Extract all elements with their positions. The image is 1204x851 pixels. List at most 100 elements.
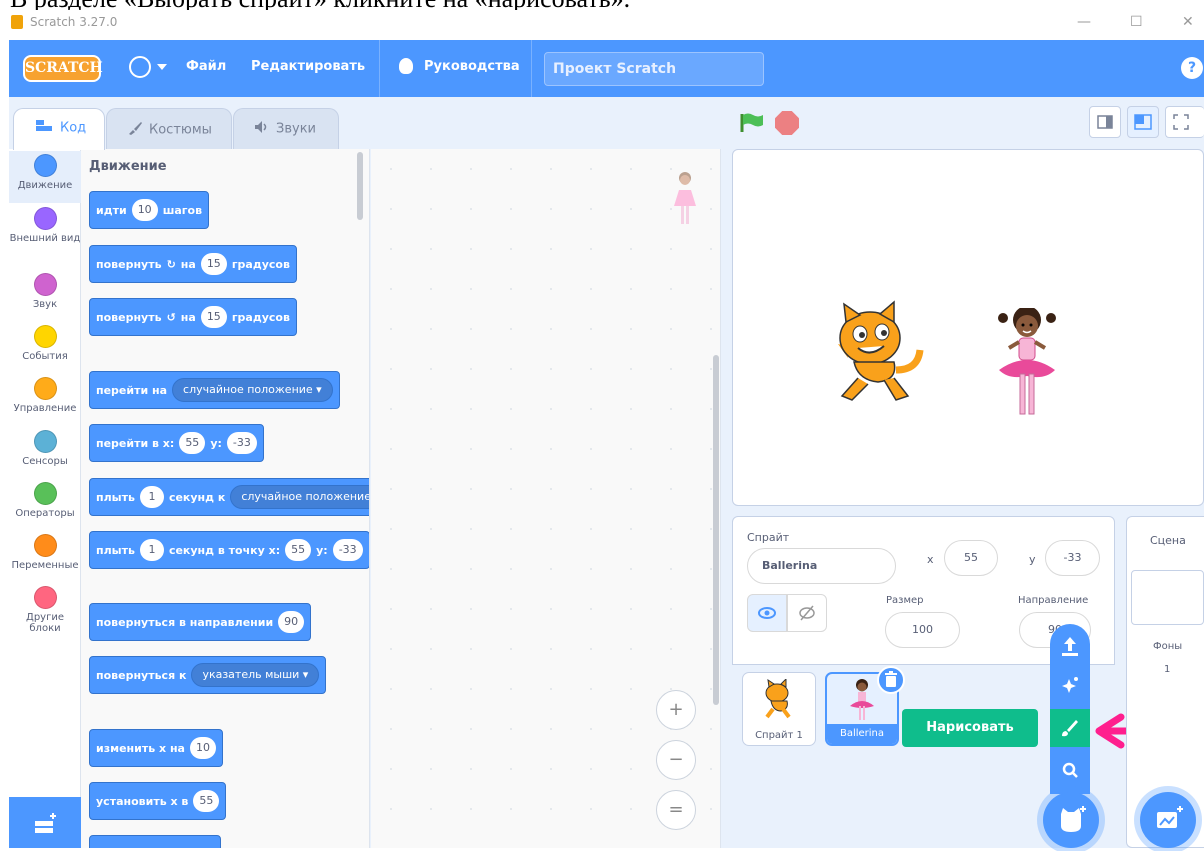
block-point-towards[interactable]: повернуться к указатель мыши ▾	[89, 656, 327, 694]
paint-sprite-button[interactable]	[1050, 709, 1090, 747]
tab-costumes[interactable]: Костюмы	[106, 108, 232, 150]
block-set-x[interactable]: установить х в 55	[89, 782, 227, 820]
choose-sprite-button[interactable]	[1043, 792, 1099, 848]
block-input[interactable]: -33	[332, 539, 363, 561]
category-variables[interactable]: Переменные	[9, 534, 81, 574]
menu-tutorials[interactable]: Руководства	[424, 59, 520, 74]
category-dot	[33, 325, 57, 348]
category-control[interactable]: Управление	[9, 377, 81, 417]
tab-sounds[interactable]: Звуки	[233, 108, 339, 150]
tab-code-label: Код	[60, 120, 87, 136]
cat-thumbnail-icon	[765, 677, 791, 719]
block-input[interactable]: 55	[285, 539, 312, 561]
category-dot	[33, 534, 57, 557]
x-input[interactable]: 55	[944, 540, 998, 576]
block-move-steps[interactable]: идти 10 шагов	[89, 191, 210, 229]
category-sensing[interactable]: Сенсоры	[9, 430, 81, 470]
sprite-thumb-cat[interactable]: Спрайт 1	[742, 672, 816, 746]
workspace-scrollbar[interactable]	[713, 355, 719, 705]
block-input[interactable]: 15	[200, 306, 227, 328]
block-partial[interactable]	[89, 835, 221, 848]
block-goto-xy[interactable]: перейти в x: 55 y: -33	[89, 424, 264, 462]
block-input[interactable]: 1	[139, 539, 164, 561]
block-turn-left[interactable]: повернуть ↺ на 15 градусов	[89, 298, 297, 336]
block-input[interactable]: 55	[179, 432, 206, 454]
block-input[interactable]: -33	[226, 432, 257, 454]
block-dropdown[interactable]: случайное положение	[230, 485, 369, 509]
block-dropdown[interactable]: случайное положение ▾	[172, 378, 333, 402]
block-text: повернуться в направлении	[96, 615, 274, 629]
zoom-out-button[interactable]: −	[656, 740, 696, 780]
block-turn-right[interactable]: повернуть ↻ на 15 градусов	[89, 245, 297, 283]
upload-sprite-button[interactable]	[1050, 627, 1090, 665]
block-goto[interactable]: перейти на случайное положение ▾	[89, 371, 340, 409]
block-input[interactable]: 10	[189, 737, 216, 759]
category-sound[interactable]: Звук	[9, 273, 81, 313]
help-icon[interactable]: ?	[1181, 57, 1203, 79]
maximize-button[interactable]: ☐	[1130, 14, 1143, 30]
tab-code[interactable]: Код	[13, 108, 105, 150]
category-my-blocks[interactable]: Другие блоки	[9, 586, 81, 638]
fullscreen-button[interactable]	[1165, 106, 1204, 138]
block-dropdown[interactable]: указатель мыши ▾	[191, 663, 320, 687]
search-sprite-button[interactable]	[1050, 751, 1090, 789]
project-title-input[interactable]: Проект Scratch	[544, 52, 764, 86]
block-text: на	[180, 310, 196, 324]
block-input[interactable]: 90	[278, 611, 305, 633]
block-text: y:	[316, 543, 328, 557]
sprite-name-input[interactable]: Ballerina	[747, 548, 896, 584]
sprite-label: Спрайт	[747, 531, 790, 544]
window-titlebar: Scratch 3.27.0 — ☐ ✕	[0, 10, 1204, 38]
y-input[interactable]: -33	[1045, 540, 1100, 576]
menu-file[interactable]: Файл	[186, 59, 226, 74]
rotate-left-icon: ↺	[166, 310, 176, 324]
close-button[interactable]: ✕	[1182, 14, 1194, 30]
normal-stage-button[interactable]	[1127, 106, 1159, 138]
cat-sprite[interactable]	[828, 300, 928, 410]
block-change-x[interactable]: изменить х на 10	[89, 729, 223, 767]
category-motion[interactable]: Движение	[9, 151, 81, 203]
block-input[interactable]: 55	[193, 790, 220, 812]
block-glide-xy[interactable]: плыть 1 секунд в точку x: 55 y: -33	[89, 531, 369, 569]
ballerina-watermark	[674, 172, 696, 224]
block-text: идти	[96, 203, 127, 217]
palette-scrollbar[interactable]	[357, 152, 363, 220]
show-sprite-button[interactable]	[747, 594, 787, 632]
delete-sprite-button[interactable]	[877, 666, 905, 694]
zoom-in-button[interactable]: +	[656, 690, 696, 730]
block-input[interactable]: 10	[131, 199, 158, 221]
choose-backdrop-button[interactable]	[1140, 792, 1196, 848]
category-dot	[33, 586, 57, 609]
block-point-direction[interactable]: повернуться в направлении 90	[89, 603, 312, 641]
block-text: y:	[210, 436, 222, 450]
stage[interactable]	[732, 149, 1204, 506]
block-input[interactable]: 1	[139, 486, 164, 508]
chevron-down-icon[interactable]	[157, 64, 167, 70]
category-label: Переменные	[11, 560, 79, 571]
zoom-out-icon: −	[668, 749, 684, 770]
surprise-sprite-button[interactable]	[1050, 667, 1090, 705]
ballerina-sprite[interactable]	[995, 308, 1059, 423]
block-text: перейти на	[96, 383, 168, 397]
size-input[interactable]: 100	[885, 612, 960, 648]
block-text: секунд в точку x:	[168, 543, 281, 557]
block-text: повернуться к	[96, 668, 187, 682]
zoom-reset-button[interactable]: =	[656, 790, 696, 830]
block-text: на	[180, 257, 196, 271]
menu-edit[interactable]: Редактировать	[251, 59, 365, 74]
category-looks[interactable]: Внешний вид	[9, 207, 81, 259]
category-label: События	[22, 351, 68, 362]
minimize-button[interactable]: —	[1077, 14, 1091, 30]
backdrop-thumbnail[interactable]	[1131, 570, 1204, 625]
sparkle-icon	[1062, 677, 1078, 693]
block-glide-to[interactable]: плыть 1 секунд к случайное положение	[89, 478, 369, 516]
block-input[interactable]: 15	[200, 253, 227, 275]
category-operators[interactable]: Операторы	[9, 482, 81, 522]
hide-sprite-button[interactable]	[787, 594, 827, 632]
category-events[interactable]: События	[9, 325, 81, 365]
add-extension-button[interactable]	[9, 797, 81, 848]
scratch-logo[interactable]: SCRATCH	[23, 55, 103, 82]
globe-icon[interactable]	[129, 56, 151, 78]
green-flag-icon[interactable]	[740, 112, 764, 134]
small-stage-button[interactable]	[1089, 106, 1121, 138]
